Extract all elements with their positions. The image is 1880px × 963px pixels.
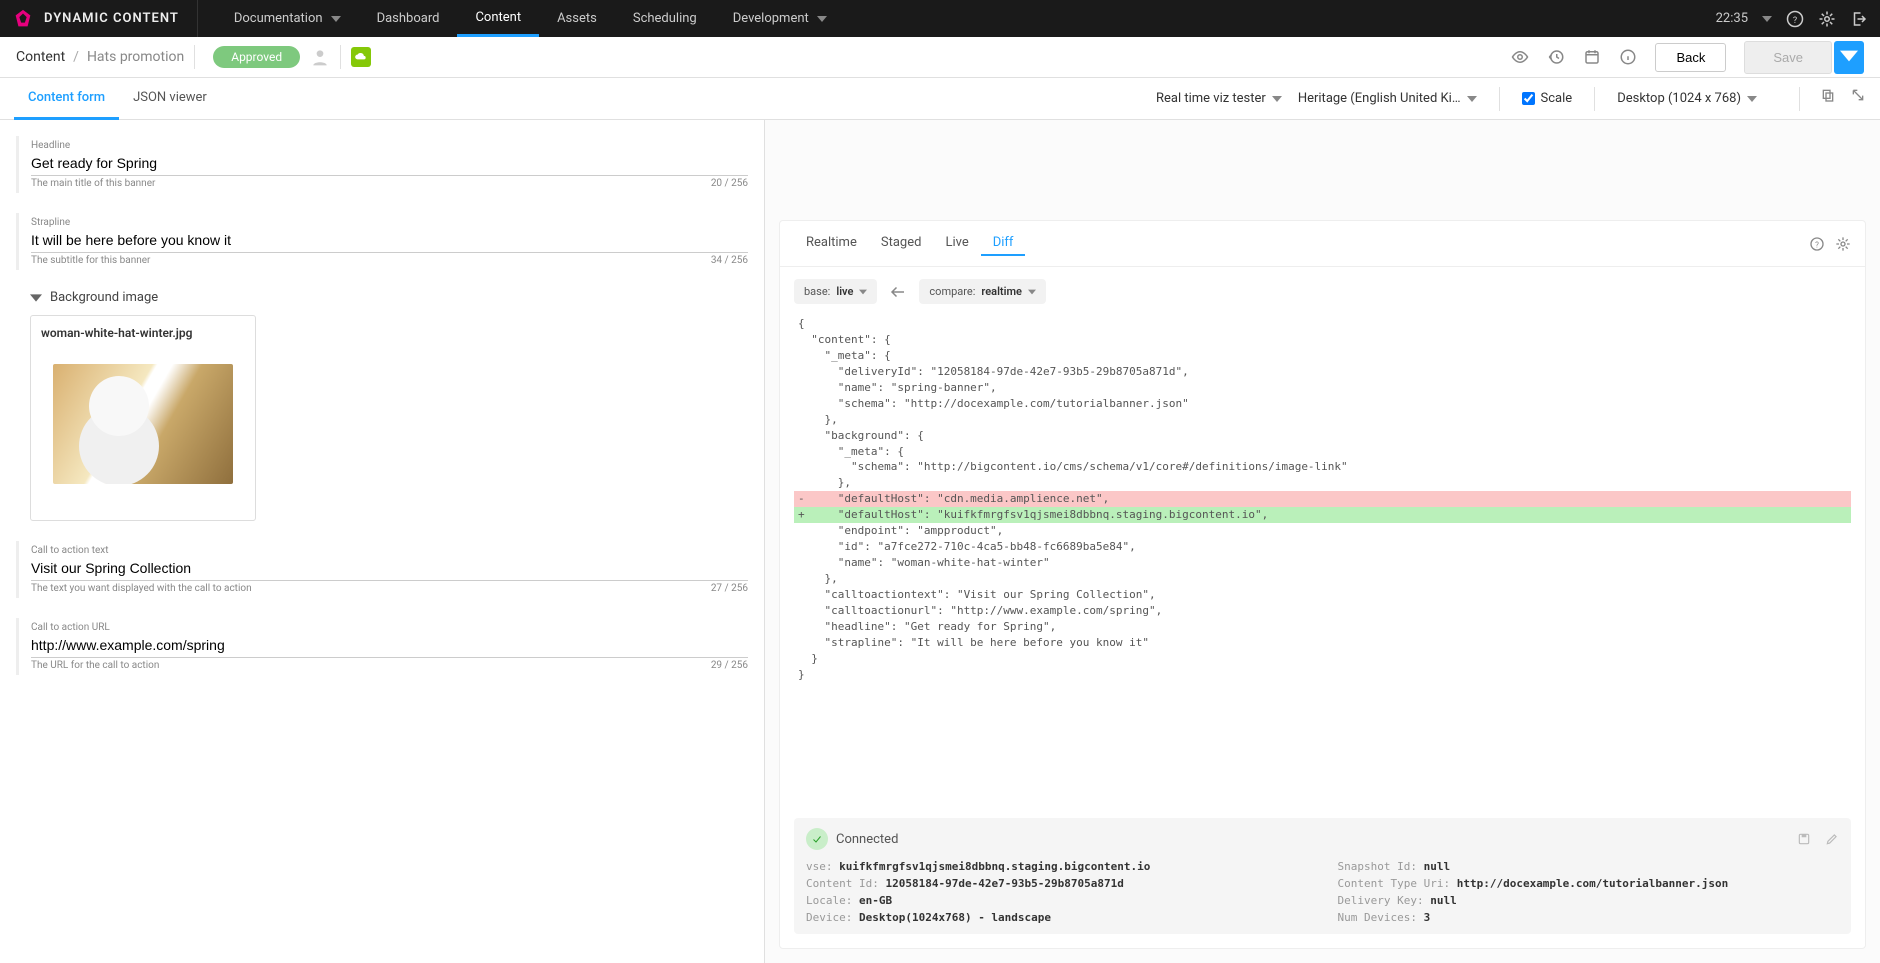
save-snapshot-icon[interactable] [1797, 832, 1811, 846]
publish-status-icon[interactable] [351, 47, 371, 67]
background-image-toggle[interactable]: Background image [30, 290, 748, 305]
user-icon[interactable] [310, 47, 330, 67]
edit-connection-icon[interactable] [1825, 832, 1839, 846]
breadcrumb-current: Hats promotion [87, 49, 184, 65]
strapline-hint: The subtitle for this banner [31, 255, 150, 266]
image-filename: woman-white-hat-winter.jpg [41, 326, 245, 340]
preview-tab-realtime[interactable]: Realtime [794, 231, 869, 256]
preview-gear-icon[interactable] [1835, 236, 1851, 252]
nav-scheduling[interactable]: Scheduling [615, 0, 715, 37]
nav-dashboard[interactable]: Dashboard [359, 0, 458, 37]
svg-text:?: ? [1815, 240, 1819, 249]
nav-documentation[interactable]: Documentation [216, 0, 359, 37]
subheader: Content / Hats promotion Approved Back S… [0, 37, 1880, 78]
clock: 22:35 [1716, 11, 1748, 26]
device-selector[interactable]: Desktop (1024 x 768) [1617, 91, 1757, 106]
diff-output: { "content": { "_meta": { "deliveryId": … [780, 316, 1865, 818]
tab-content-form[interactable]: Content form [14, 78, 119, 120]
history-icon[interactable] [1547, 48, 1565, 66]
strapline-input[interactable] [31, 228, 748, 253]
cta-url-hint: The URL for the call to action [31, 660, 159, 671]
preview-tab-diff[interactable]: Diff [981, 231, 1026, 256]
save-button[interactable]: Save [1744, 41, 1832, 74]
strapline-count: 34 / 256 [711, 255, 748, 266]
editor-tabs-row: Content form JSON viewer Real time viz t… [0, 78, 1880, 120]
preview-pane: Realtime Staged Live Diff ? base: live c… [765, 120, 1880, 963]
content-form: Headline The main title of this banner20… [0, 120, 765, 963]
nav-development[interactable]: Development [715, 0, 845, 37]
copy-icon[interactable] [1820, 87, 1836, 103]
cta-url-input[interactable] [31, 633, 748, 658]
popout-icon[interactable] [1850, 87, 1866, 103]
brand-icon [12, 8, 34, 30]
help-icon[interactable]: ? [1786, 10, 1804, 28]
connected-icon [806, 828, 828, 850]
headline-count: 20 / 256 [711, 178, 748, 189]
back-button[interactable]: Back [1655, 43, 1726, 72]
diff-base-selector[interactable]: base: live [794, 279, 877, 304]
cta-text-input[interactable] [31, 556, 748, 581]
connected-label: Connected [836, 832, 898, 847]
logout-icon[interactable] [1850, 10, 1868, 28]
nav-assets[interactable]: Assets [539, 0, 615, 37]
preview-help-icon[interactable]: ? [1809, 236, 1825, 252]
diff-compare-selector[interactable]: compare: realtime [919, 279, 1046, 304]
field-cta-url: Call to action URL The URL for the call … [16, 618, 748, 675]
nav-content[interactable]: Content [457, 0, 539, 37]
cta-text-hint: The text you want displayed with the cal… [31, 583, 252, 594]
headline-hint: The main title of this banner [31, 178, 155, 189]
locale-selector[interactable]: Heritage (English United Ki… [1298, 91, 1477, 106]
status-badge: Approved [213, 46, 300, 68]
breadcrumb: Content / Hats promotion [16, 49, 184, 65]
preview-tabs: Realtime Staged Live Diff ? [780, 221, 1865, 267]
field-cta-text: Call to action text The text you want di… [16, 541, 748, 598]
headline-input[interactable] [31, 151, 748, 176]
field-strapline: Strapline The subtitle for this banner34… [16, 213, 748, 270]
tab-json-viewer[interactable]: JSON viewer [119, 78, 221, 120]
logo[interactable]: DYNAMIC CONTENT [12, 0, 198, 37]
image-card[interactable]: woman-white-hat-winter.jpg [30, 315, 256, 521]
cta-text-count: 27 / 256 [711, 583, 748, 594]
top-nav: DYNAMIC CONTENT Documentation Dashboard … [0, 0, 1880, 37]
brand-text: DYNAMIC CONTENT [44, 11, 179, 26]
cta-url-count: 29 / 256 [711, 660, 748, 671]
preview-tab-live[interactable]: Live [933, 231, 980, 256]
svg-text:?: ? [1793, 15, 1797, 25]
preview-tab-staged[interactable]: Staged [869, 231, 934, 256]
calendar-icon[interactable] [1583, 48, 1601, 66]
eye-icon[interactable] [1511, 48, 1529, 66]
scale-checkbox[interactable]: Scale [1522, 91, 1573, 106]
image-thumbnail [53, 364, 233, 484]
field-headline: Headline The main title of this banner20… [16, 136, 748, 193]
breadcrumb-root[interactable]: Content [16, 49, 65, 65]
swap-icon[interactable] [889, 283, 907, 301]
gear-icon[interactable] [1818, 10, 1836, 28]
save-dropdown-button[interactable] [1834, 41, 1864, 74]
viz-selector[interactable]: Real time viz tester [1156, 91, 1282, 106]
time-dropdown-icon[interactable] [1762, 14, 1772, 24]
connection-status: Connected vse: kuifkfmrgfsv1qjsmei8dbbnq… [794, 818, 1851, 934]
info-icon[interactable] [1619, 48, 1637, 66]
